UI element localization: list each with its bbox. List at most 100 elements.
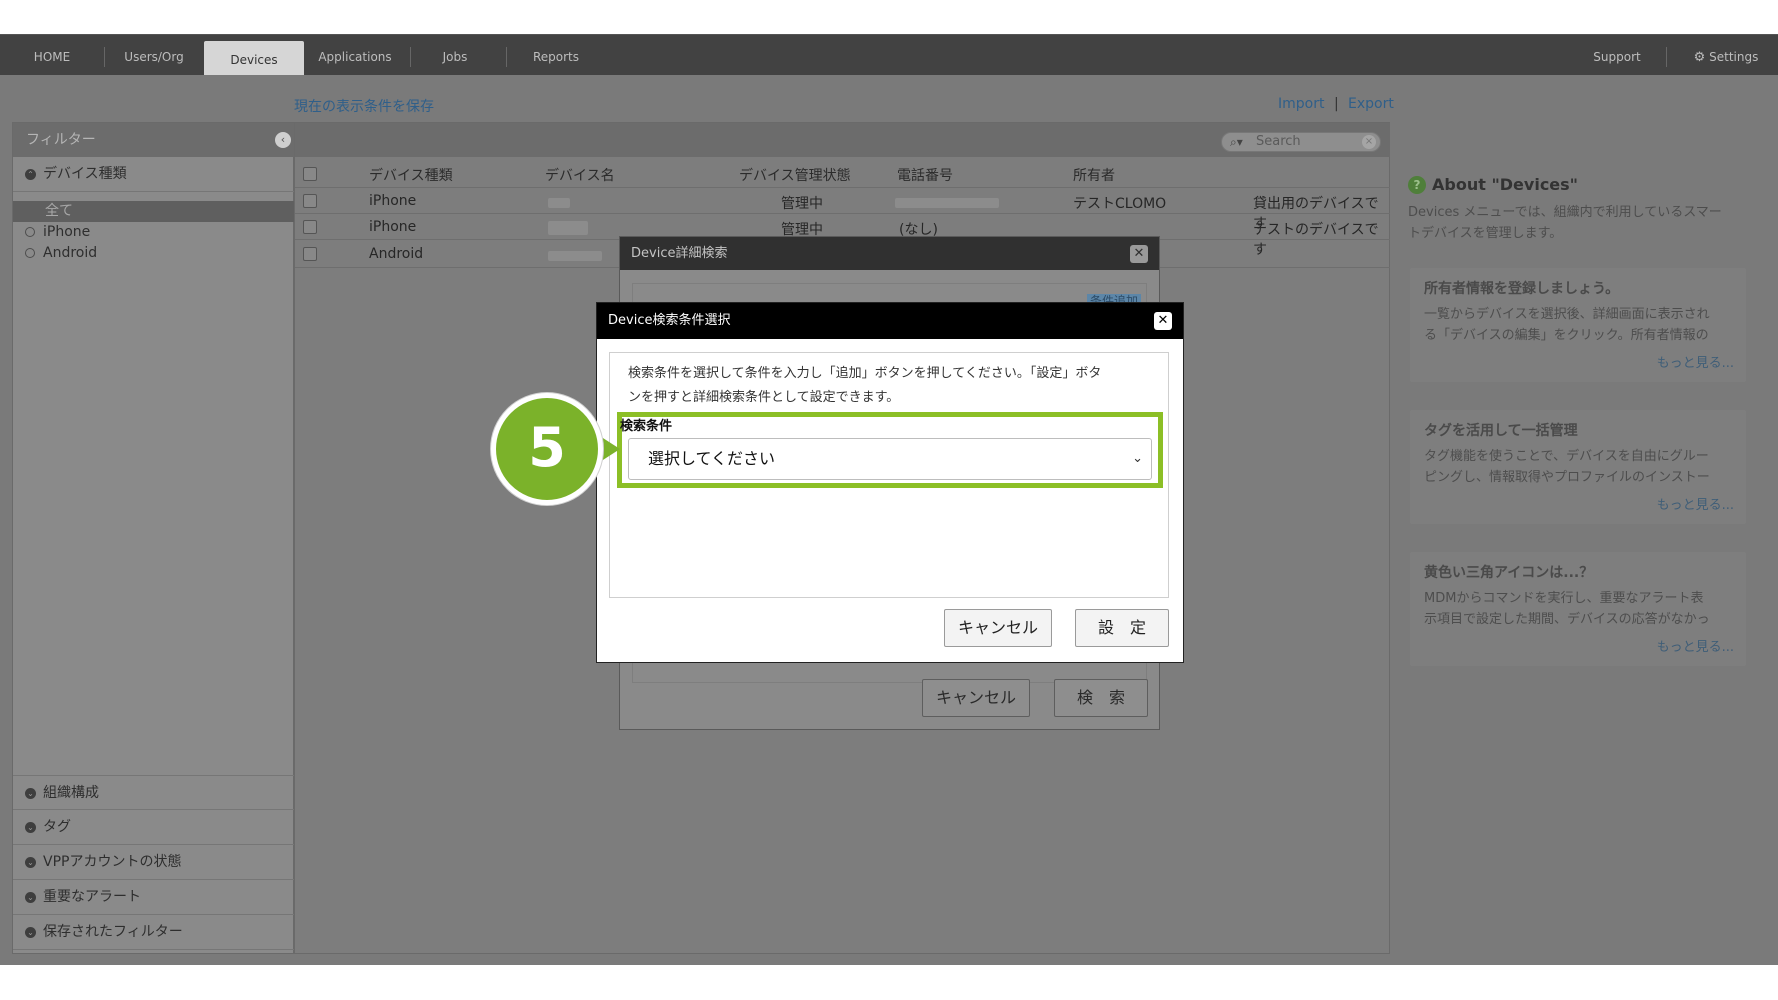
filter-saved[interactable]: ⌄ 保存されたフィルター <box>13 915 295 950</box>
col-owner[interactable]: 所有者 <box>1073 165 1115 185</box>
condition-dialog-titlebar: Device検索条件選択 ✕ <box>597 303 1183 339</box>
nav-separator <box>1666 47 1667 67</box>
col-phone[interactable]: 電話番号 <box>897 165 953 185</box>
import-link[interactable]: Import <box>1278 96 1324 112</box>
step-badge: 5 <box>491 393 603 505</box>
help-icon: ? <box>1408 176 1426 194</box>
nav-devices[interactable]: Devices <box>204 41 304 76</box>
detail-dialog-titlebar: Device詳細検索 ✕ <box>620 237 1159 270</box>
row-device-type: iPhone <box>369 219 417 235</box>
radio-icon <box>25 227 35 237</box>
tip-card-text: タグ機能を使うことで、デバイスを自由にグルー <box>1424 449 1709 464</box>
nav-separator <box>410 47 411 67</box>
detail-cancel-button[interactable]: キャンセル <box>922 679 1030 717</box>
device-type-iphone[interactable]: iPhone <box>13 222 295 243</box>
filter-alert[interactable]: ⌄ 重要なアラート <box>13 880 295 915</box>
tip-card-heading: 黄色い三角アイコンは...？ <box>1424 565 1594 581</box>
condition-description-line: 検索条件を選択して条件を入力し「追加」ボタンを押してください。「設定」ボタ <box>628 366 1102 381</box>
expand-dot-icon: ⌄ <box>25 857 36 868</box>
nav-support[interactable]: Support <box>1582 35 1652 76</box>
tip-card-tags: タグを活用して一括管理 タグ機能を使うことで、デバイスを自由にグルー ピングし、… <box>1410 410 1746 524</box>
col-device-name[interactable]: デバイス名 <box>545 165 615 185</box>
row-owner: テストCLOMO <box>1073 196 1167 212</box>
tip-card-more-link[interactable]: もっと見る... <box>1657 636 1734 655</box>
about-title: About "Devices" <box>1432 175 1579 194</box>
nav-separator <box>506 47 507 67</box>
col-device-type[interactable]: デバイス種類 <box>369 165 453 185</box>
row-checkbox[interactable] <box>303 220 317 234</box>
filter-org[interactable]: ⌄ 組織構成 <box>13 775 295 810</box>
filter-device-type-label: デバイス種類 <box>43 166 127 182</box>
condition-dialog-title: Device検索条件選択 <box>608 313 731 328</box>
condition-select-dialog: Device検索条件選択 ✕ 検索条件を選択して条件を入力し「追加」ボタンを押し… <box>596 302 1184 663</box>
link-separator: | <box>1334 96 1339 112</box>
filter-tag[interactable]: ⌄ タグ <box>13 810 295 845</box>
tip-card-text: MDMからコマンドを実行し、重要なアラート表 <box>1424 591 1704 606</box>
cancel-button[interactable]: キャンセル <box>944 609 1052 647</box>
row-device-type: iPhone <box>369 193 417 209</box>
device-type-android[interactable]: Android <box>13 243 295 264</box>
clear-icon[interactable]: × <box>1362 135 1376 149</box>
export-link[interactable]: Export <box>1348 96 1394 112</box>
nav-separator <box>104 47 105 67</box>
row-device-type: Android <box>369 246 424 262</box>
row-checkbox[interactable] <box>303 194 317 208</box>
row-checkbox[interactable] <box>303 247 317 261</box>
row-divider <box>295 213 1391 214</box>
nav-settings-label: Settings <box>1709 50 1759 64</box>
expand-dot-icon: ⌄ <box>25 788 36 799</box>
tip-card-heading: 所有者情報を登録しましょう。 <box>1424 281 1620 297</box>
about-intro-line: Devices メニューでは、組織内で利用しているスマー <box>1408 205 1722 220</box>
close-icon[interactable]: ✕ <box>1154 312 1172 330</box>
detail-search-button[interactable]: 検 索 <box>1054 679 1148 717</box>
condition-description: 検索条件を選択して条件を入力し「追加」ボタンを押してください。「設定」ボタ ンを… <box>628 362 1158 410</box>
nav-applications[interactable]: Applications <box>310 35 400 76</box>
filter-title-text: フィルター <box>26 132 96 148</box>
expand-dot-icon: ⌄ <box>25 892 36 903</box>
tip-card-text: る「デバイスの編集」をクリック。所有者情報の <box>1424 328 1709 343</box>
search-placeholder: Search <box>1256 134 1301 149</box>
redacted-device-name <box>548 251 602 261</box>
nav-settings[interactable]: ⚙ Settings <box>1680 35 1772 76</box>
tip-card-text: 一覧からデバイスを選択後、詳細画面に表示され <box>1424 307 1710 322</box>
select-all-checkbox[interactable] <box>303 167 317 181</box>
detail-dialog-title: Device詳細検索 <box>631 246 728 261</box>
filter-device-type[interactable]: ⌃ デバイス種類 <box>13 157 295 192</box>
search-input[interactable]: ⌕▾ Search × <box>1221 132 1381 152</box>
row-divider <box>295 187 1391 188</box>
filter-title: フィルター ‹ <box>13 123 295 157</box>
save-view-link[interactable]: 現在の表示条件を保存 <box>294 96 434 116</box>
filter-saved-label: 保存されたフィルター <box>43 924 183 940</box>
condition-description-line: ンを押すと詳細検索条件として設定できます。 <box>628 390 900 405</box>
filter-alert-label: 重要なアラート <box>43 889 141 905</box>
radio-icon <box>25 248 35 258</box>
filter-tag-label: タグ <box>43 819 71 835</box>
set-button[interactable]: 設 定 <box>1075 609 1169 647</box>
nav-users-org[interactable]: Users/Org <box>110 35 198 76</box>
nav-reports[interactable]: Reports <box>514 35 598 76</box>
filter-vpp[interactable]: ⌄ VPPアカウントの状態 <box>13 845 295 880</box>
device-type-iphone-label: iPhone <box>43 224 91 240</box>
row-status: 管理中 <box>781 196 823 212</box>
expand-dot-icon: ⌄ <box>25 927 36 938</box>
nav-home[interactable]: HOME <box>14 35 90 76</box>
tip-card-text: ピングし、情報取得やプロファイルのインストー <box>1424 470 1710 485</box>
search-icon: ⌕▾ <box>1230 135 1243 149</box>
about-panel: ? About "Devices" Devices メニューでは、組織内で利用し… <box>1390 122 1766 954</box>
redacted-device-name <box>548 198 570 208</box>
device-type-all[interactable]: 全て <box>13 201 295 222</box>
top-nav: HOME Users/Org Devices Applications Jobs… <box>0 34 1778 76</box>
close-icon[interactable]: ✕ <box>1130 245 1148 263</box>
tip-card-owner: 所有者情報を登録しましょう。 一覧からデバイスを選択後、詳細画面に表示され る「… <box>1410 268 1746 382</box>
col-management-status[interactable]: デバイス管理状態 <box>739 165 851 185</box>
nav-jobs[interactable]: Jobs <box>420 35 490 76</box>
condition-select[interactable]: 選択してください ⌄ <box>628 438 1152 480</box>
expand-dot-icon: ⌄ <box>25 822 36 833</box>
page-footer-area <box>0 965 1778 1000</box>
tip-card-more-link[interactable]: もっと見る... <box>1657 352 1734 371</box>
tip-card-more-link[interactable]: もっと見る... <box>1657 494 1734 513</box>
collapse-dot-icon: ⌃ <box>25 169 36 180</box>
filter-sidebar: フィルター ‹ ⌃ デバイス種類 全て iPhone Android ⌄ 組織構… <box>12 122 295 954</box>
tip-card-heading: タグを活用して一括管理 <box>1424 423 1578 439</box>
collapse-icon[interactable]: ‹ <box>275 132 291 148</box>
